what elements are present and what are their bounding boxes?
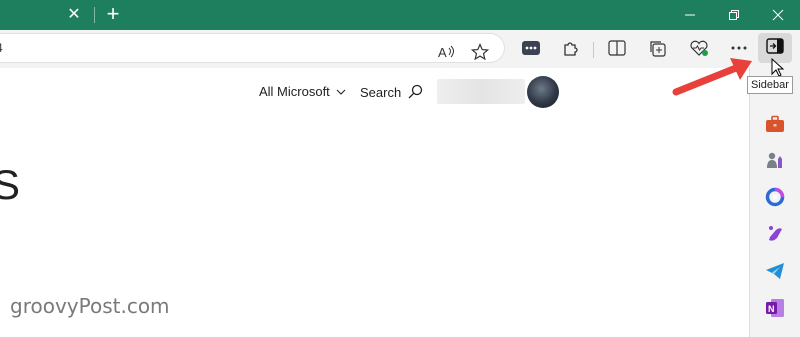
address-text: 4 — [0, 41, 3, 55]
minimize-icon[interactable] — [668, 0, 712, 30]
restore-icon[interactable] — [712, 0, 756, 30]
toolbar-divider — [593, 42, 594, 58]
title-bar: ✕ + — [0, 0, 800, 30]
split-screen-icon[interactable] — [603, 34, 631, 62]
tools-briefcase-icon[interactable] — [764, 113, 786, 135]
extensions-puzzle-icon[interactable] — [557, 34, 585, 62]
window-close-icon[interactable] — [756, 0, 800, 30]
games-chess-icon[interactable] — [764, 149, 786, 171]
page-heading-partial: S — [0, 161, 21, 208]
read-aloud-icon[interactable]: A — [432, 38, 460, 66]
search-icon — [405, 84, 423, 100]
sidebar-toggle-icon — [766, 37, 784, 59]
telegram-icon[interactable] — [764, 260, 786, 282]
watermark: groovyPost.com — [10, 294, 170, 318]
red-annotation-arrow — [672, 58, 752, 96]
collections-icon[interactable] — [643, 34, 671, 62]
microsoft-365-icon[interactable] — [764, 186, 786, 208]
address-bar[interactable]: 4 A — [0, 33, 505, 63]
all-microsoft-menu[interactable]: All Microsoft — [259, 84, 346, 99]
drop-icon[interactable] — [764, 223, 786, 245]
new-tab-icon[interactable]: + — [102, 3, 124, 25]
extension-badge-icon[interactable] — [517, 34, 545, 62]
mouse-cursor-icon — [771, 58, 785, 77]
chevron-down-icon — [333, 84, 346, 99]
tab-close-icon[interactable]: ✕ — [64, 5, 84, 25]
search-button[interactable]: Search — [360, 84, 423, 100]
blurred-account-name — [437, 79, 525, 104]
sidebar-panel: N — [749, 68, 800, 337]
favorite-star-icon[interactable] — [466, 38, 494, 66]
svg-text:N: N — [768, 304, 775, 314]
tab-divider — [94, 7, 95, 23]
search-label: Search — [360, 85, 402, 100]
sidebar-tooltip: Sidebar — [747, 76, 793, 94]
all-microsoft-label: All Microsoft — [259, 84, 330, 99]
onenote-icon[interactable]: N — [764, 297, 786, 319]
svg-text:A: A — [438, 45, 447, 60]
avatar[interactable] — [527, 76, 559, 108]
